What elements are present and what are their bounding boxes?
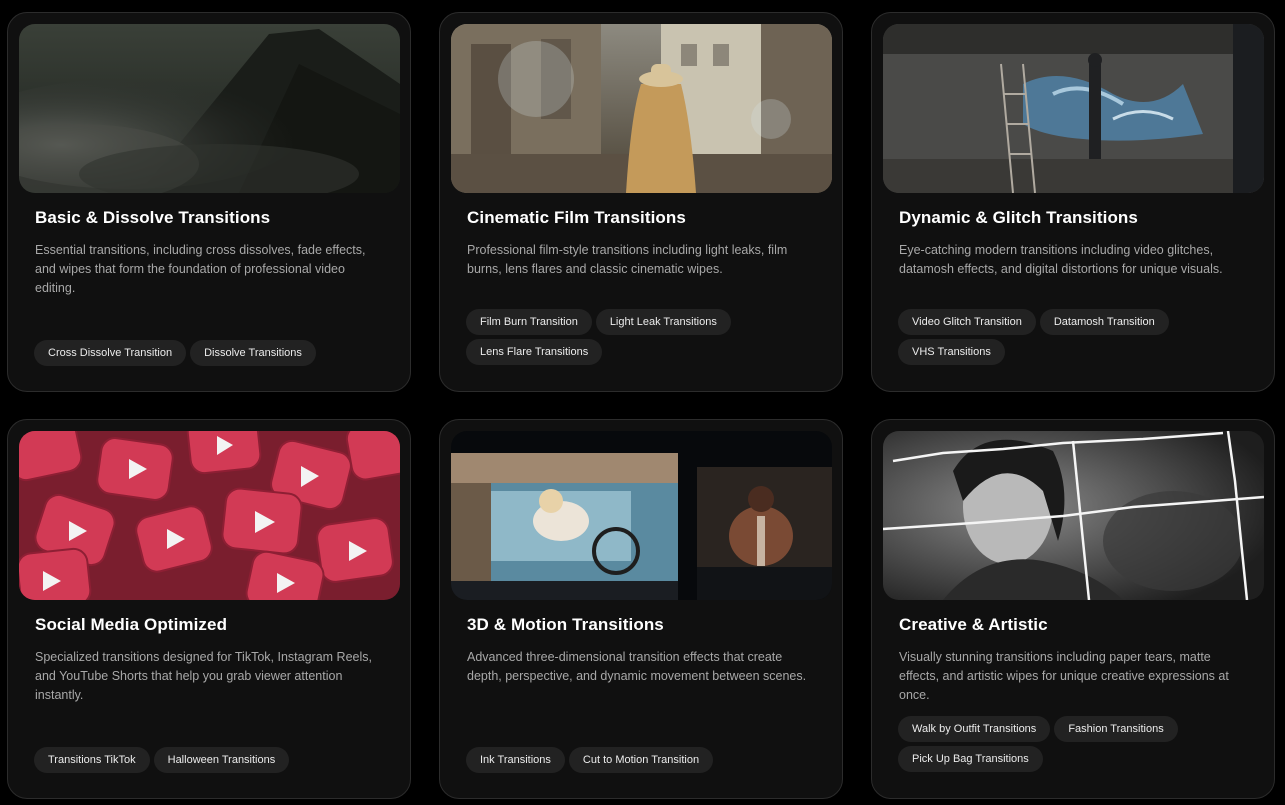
tag-light-leak-transitions[interactable]: Light Leak Transitions <box>595 309 731 335</box>
card-title: 3D & Motion Transitions <box>467 615 664 634</box>
paper-tear-portrait-image[interactable] <box>883 431 1264 600</box>
tag-list: Ink Transitions Cut to Motion Transition <box>466 747 822 773</box>
card-description: Essential transitions, including cross d… <box>35 243 366 295</box>
category-card-basic-dissolve[interactable]: Basic & Dissolve Transitions Essential t… <box>7 12 411 392</box>
tag-lens-flare-transitions[interactable]: Lens Flare Transitions <box>466 339 603 365</box>
tag-list: Film Burn Transition Light Leak Transiti… <box>466 309 822 365</box>
tag-fashion-transitions[interactable]: Fashion Transitions <box>1054 716 1178 742</box>
category-card-social-media[interactable]: Social Media Optimized Specialized trans… <box>7 419 411 799</box>
tag-list: Cross Dissolve Transition Dissolve Trans… <box>34 340 390 366</box>
category-card-3d-motion[interactable]: 3D & Motion Transitions Advanced three-d… <box>439 419 843 799</box>
category-card-dynamic-glitch[interactable]: Dynamic & Glitch Transitions Eye-catchin… <box>871 12 1275 392</box>
card-description: Visually stunning transitions including … <box>899 650 1229 702</box>
tag-cut-to-motion-transition[interactable]: Cut to Motion Transition <box>568 747 714 773</box>
card-title: Basic & Dissolve Transitions <box>35 208 271 227</box>
graffiti-wall-image[interactable] <box>883 24 1264 193</box>
category-card-creative-artistic[interactable]: Creative & Artistic Visually stunning tr… <box>871 419 1275 799</box>
3d-panels-image[interactable] <box>451 431 832 600</box>
card-description: Eye-catching modern transitions includin… <box>899 243 1223 276</box>
tag-dissolve-transitions[interactable]: Dissolve Transitions <box>190 340 316 366</box>
mountain-clouds-image[interactable] <box>19 24 400 193</box>
category-card-cinematic-film[interactable]: Cinematic Film Transitions Professional … <box>439 12 843 392</box>
tag-list: Video Glitch Transition Datamosh Transit… <box>898 309 1254 365</box>
tag-film-burn-transition[interactable]: Film Burn Transition <box>466 309 592 335</box>
tag-ink-transitions[interactable]: Ink Transitions <box>466 747 565 773</box>
street-woman-hat-image[interactable] <box>451 24 832 193</box>
tag-transitions-tiktok[interactable]: Transitions TikTok <box>34 747 150 773</box>
tag-video-glitch-transition[interactable]: Video Glitch Transition <box>898 309 1036 335</box>
tag-halloween-transitions[interactable]: Halloween Transitions <box>153 747 290 773</box>
card-title: Dynamic & Glitch Transitions <box>899 208 1138 227</box>
card-title: Social Media Optimized <box>35 615 228 634</box>
tag-list: Transitions TikTok Halloween Transitions <box>34 747 390 773</box>
transition-category-grid: Basic & Dissolve Transitions Essential t… <box>0 0 1285 805</box>
tag-pick-up-bag-transitions[interactable]: Pick Up Bag Transitions <box>898 746 1043 772</box>
card-description: Advanced three-dimensional transition ef… <box>467 650 807 683</box>
tag-walk-by-outfit-transitions[interactable]: Walk by Outfit Transitions <box>898 716 1051 742</box>
tag-datamosh-transition[interactable]: Datamosh Transition <box>1039 309 1169 335</box>
card-description: Specialized transitions designed for Tik… <box>35 650 372 702</box>
card-title: Cinematic Film Transitions <box>467 208 686 227</box>
youtube-play-buttons-image[interactable] <box>19 431 400 600</box>
tag-vhs-transitions[interactable]: VHS Transitions <box>898 339 1005 365</box>
tag-cross-dissolve-transition[interactable]: Cross Dissolve Transition <box>34 340 187 366</box>
card-title: Creative & Artistic <box>899 615 1048 634</box>
card-description: Professional film-style transitions incl… <box>467 243 788 276</box>
tag-list: Walk by Outfit Transitions Fashion Trans… <box>898 716 1254 772</box>
